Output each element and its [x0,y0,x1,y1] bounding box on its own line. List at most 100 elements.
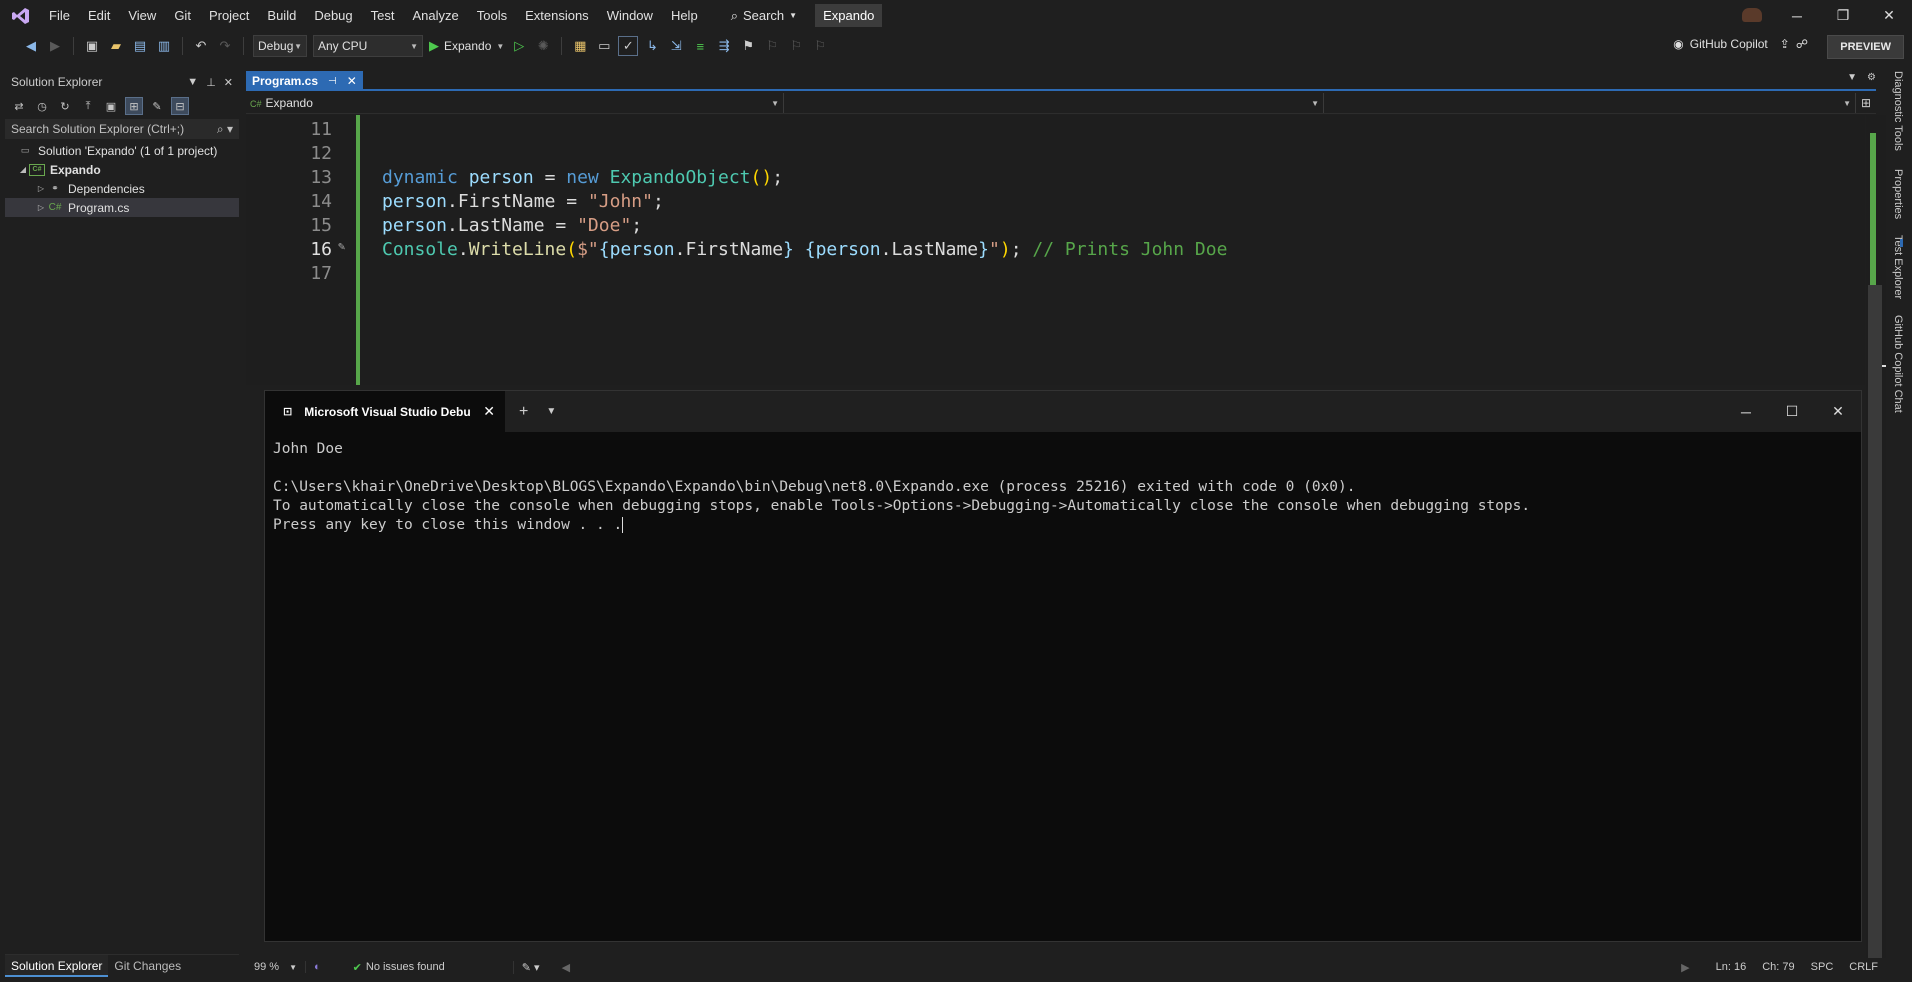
open-folder-icon[interactable]: ▰ [107,37,125,55]
scrollbar-thumb[interactable] [1868,285,1882,965]
close-tab-icon[interactable]: ✕ [483,403,495,420]
clear-bookmarks-icon[interactable]: ⚐ [811,37,829,55]
pin-icon[interactable]: ⊣ [328,76,337,87]
collapsed-arrow-icon[interactable]: ▷ [35,203,47,212]
collapsed-arrow-icon[interactable]: ▷ [35,184,47,193]
quick-actions-brush-icon[interactable]: ✎ [338,239,345,253]
tree-item-program-cs[interactable]: ▷ C# Program.cs [5,198,239,217]
menu-item-debug[interactable]: Debug [305,0,361,31]
breakpoint-icon[interactable]: ⇲ [667,37,685,55]
sync-icon[interactable]: ⇄ [11,98,27,114]
tree-item-project[interactable]: ◢ C# Expando [5,160,239,179]
tab-program-cs[interactable]: Program.cs ⊣ ✕ [246,71,363,91]
bookmark-icon[interactable]: ⚑ [739,37,757,55]
navigate-back-icon[interactable]: ◀ [22,37,40,55]
code-cleanup-brush-icon[interactable]: ✎ ▾ [512,960,548,974]
tab-github-copilot-chat[interactable]: GitHub Copilot Chat [1892,315,1904,413]
tab-properties[interactable]: Properties [1892,169,1904,219]
copilot-status-icon[interactable]: ◐ [306,961,329,973]
history-icon[interactable]: ◷ [34,98,50,114]
start-without-debugging-icon[interactable]: ▷ [510,37,528,55]
menu-item-extensions[interactable]: Extensions [516,0,598,31]
expanded-arrow-icon[interactable]: ◢ [17,165,29,174]
issues-indicator[interactable]: ✔ No issues found [345,961,453,974]
settings-gear-icon[interactable]: ⚙ [1867,72,1876,83]
console-maximize-button[interactable]: ☐ [1769,391,1815,432]
preview-selected-icon[interactable]: ⊟ [171,97,189,115]
tab-solution-explorer[interactable]: Solution Explorer [5,954,109,977]
console-output[interactable]: John Doe C:\Users\khair\OneDrive\Desktop\… [265,432,1861,543]
tab-diagnostic-tools[interactable]: Diagnostic Tools [1892,71,1904,151]
menu-item-project[interactable]: Project [200,0,258,31]
redo-icon[interactable]: ↷ [216,37,234,55]
minimize-button[interactable]: ─ [1774,0,1820,31]
editor-scrollbar[interactable] [1866,115,1886,965]
navigate-forward-icon[interactable]: ▶ [46,37,64,55]
search-button[interactable]: ⌕ Search ▼ [725,8,803,24]
project-navigation-dropdown[interactable]: C# Expando ▼ [246,93,784,113]
solution-name-badge[interactable]: Expando [815,4,883,27]
indent-icon[interactable]: ≡ [691,37,709,55]
save-icon[interactable]: ▤ [131,37,149,55]
menu-item-tools[interactable]: Tools [468,0,516,31]
menu-item-window[interactable]: Window [598,0,662,31]
github-copilot-button[interactable]: ◉ GitHub Copilot ⇪ ☍ [1673,37,1808,51]
column-indicator[interactable]: Ch: 79 [1754,961,1802,973]
refresh-icon[interactable]: ↻ [57,98,73,114]
toggle-icon[interactable]: ✓ [618,36,639,56]
menu-item-file[interactable]: File [40,0,79,31]
collapse-all-icon[interactable]: ⤒ [80,98,96,114]
feedback-icon[interactable]: ☍ [1796,37,1808,51]
tree-item-dependencies[interactable]: ▷ ⚭ Dependencies [5,179,239,198]
menu-item-help[interactable]: Help [662,0,707,31]
close-button[interactable]: ✕ [1866,0,1912,31]
step-icon[interactable]: ↳ [643,37,661,55]
restore-button[interactable]: ❐ [1820,0,1866,31]
menu-item-analyze[interactable]: Analyze [403,0,467,31]
configuration-dropdown[interactable]: Debug ▼ [253,35,307,57]
line-ending-indicator[interactable]: CRLF [1841,961,1886,973]
new-tab-icon[interactable]: + [519,403,528,421]
switch-views-icon[interactable]: ⊞ [125,97,143,115]
debug-console-window[interactable]: ⊡ Microsoft Visual Studio Debu ✕ + ▼ ─ ☐… [264,390,1862,942]
share-icon[interactable]: ⇪ [1780,37,1790,51]
console-tab[interactable]: ⊡ Microsoft Visual Studio Debu ✕ [265,391,505,432]
menu-item-test[interactable]: Test [362,0,404,31]
platform-dropdown[interactable]: Any CPU ▼ [313,35,423,57]
close-icon[interactable]: ✕ [224,76,233,89]
browse-icon[interactable]: ▦ [571,37,589,55]
menu-item-view[interactable]: View [119,0,165,31]
tree-item-solution[interactable]: ▭ Solution 'Expando' (1 of 1 project) [5,141,239,160]
menu-item-edit[interactable]: Edit [79,0,119,31]
whitespace-indicator[interactable]: SPC [1803,961,1842,973]
avatar[interactable] [1742,8,1762,22]
undo-icon[interactable]: ↶ [192,37,210,55]
console-minimize-button[interactable]: ─ [1723,391,1769,432]
save-all-icon[interactable]: ▥ [155,37,173,55]
close-tab-icon[interactable]: ✕ [347,74,357,88]
member-navigation-dropdown[interactable]: ▼ [1324,93,1856,113]
menu-item-build[interactable]: Build [258,0,305,31]
menu-item-git[interactable]: Git [165,0,200,31]
preview-button[interactable]: PREVIEW [1827,35,1904,59]
zoom-dropdown[interactable]: 99 % ▼ [246,961,306,973]
chevron-down-icon[interactable]: ▼ [187,76,198,89]
scroll-left-icon[interactable]: ◀ [554,961,578,974]
next-bookmark-icon[interactable]: ⚐ [787,37,805,55]
type-navigation-dropdown[interactable]: ▼ [784,93,1324,113]
tab-git-changes[interactable]: Git Changes [108,955,187,977]
properties-wrench-icon[interactable]: ✎ [149,98,165,114]
hot-reload-icon[interactable]: ✺ [534,37,552,55]
layout-icon[interactable]: ▭ [595,37,613,55]
code-editor[interactable]: 11 12 13 dynamic person = new ExpandoObj… [246,115,1865,385]
split-editor-icon[interactable]: ⊞ [1856,93,1876,113]
start-debugging-button[interactable]: ▶ Expando ▼ [429,38,504,54]
tab-overflow-icon[interactable]: ▼ [1847,72,1857,83]
chevron-down-icon[interactable]: ▼ [546,406,556,417]
new-project-icon[interactable]: ▣ [83,37,101,55]
prev-bookmark-icon[interactable]: ⚐ [763,37,781,55]
pin-icon[interactable]: ⊥ [206,76,216,89]
line-indicator[interactable]: Ln: 16 [1708,961,1755,973]
scroll-right-icon[interactable]: ▶ [1673,961,1697,974]
solution-explorer-search-input[interactable]: Search Solution Explorer (Ctrl+;) ⌕ ▾ [5,119,239,139]
